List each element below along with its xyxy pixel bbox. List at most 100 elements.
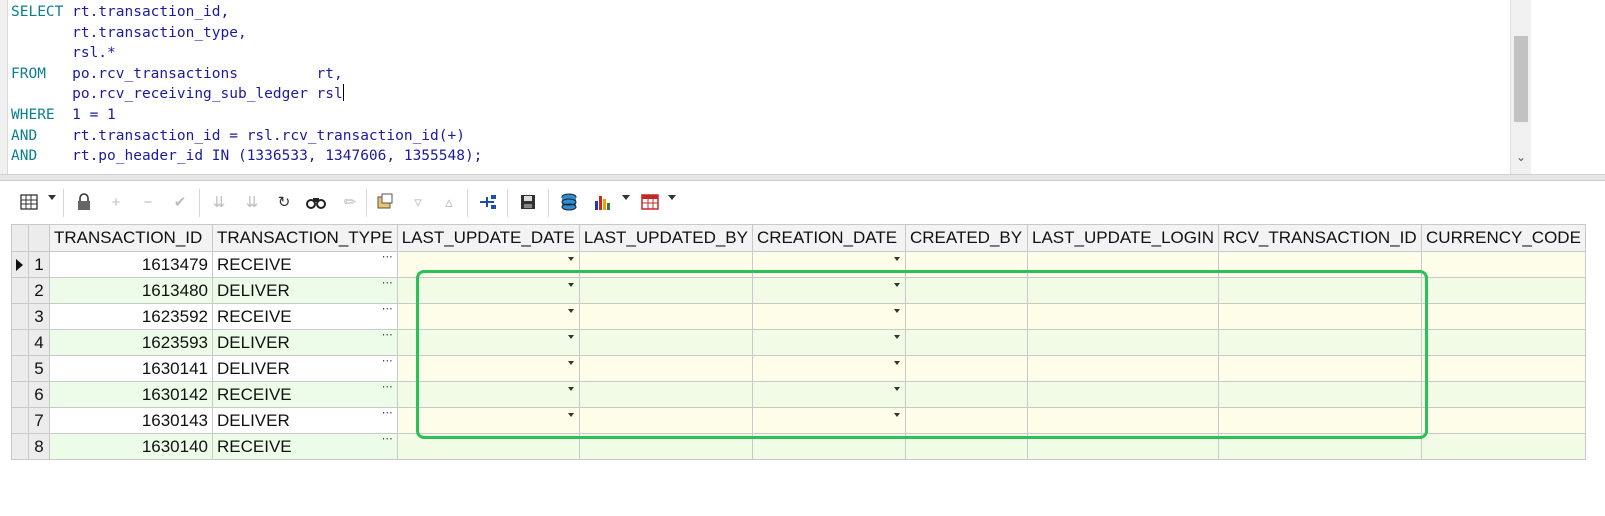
- cell[interactable]: [578, 329, 753, 356]
- cell-transaction-id[interactable]: 1613480: [49, 277, 213, 304]
- cell[interactable]: [1026, 303, 1220, 330]
- delete-record-icon[interactable]: −: [136, 190, 160, 214]
- cell[interactable]: [578, 251, 753, 278]
- editor-vertical-scrollbar[interactable]: ⌄: [1510, 0, 1531, 174]
- dropdown-arrow-icon[interactable]: [567, 335, 574, 339]
- row-indicator[interactable]: [11, 433, 29, 460]
- cell[interactable]: [578, 277, 753, 304]
- row-number[interactable]: 2: [28, 277, 50, 304]
- export-tree-icon[interactable]: [475, 190, 499, 214]
- cell[interactable]: [1026, 433, 1220, 460]
- cell[interactable]: [904, 355, 1028, 382]
- cell[interactable]: [1421, 407, 1586, 434]
- cell[interactable]: [904, 303, 1028, 330]
- cell-transaction-type[interactable]: RECEIVE ⋯: [212, 251, 398, 278]
- row-number[interactable]: 5: [28, 355, 50, 382]
- column-header[interactable]: RCV_TRANSACTION_ID: [1218, 224, 1423, 252]
- table-row[interactable]: 8 1630140 RECEIVE ⋯: [11, 433, 1586, 460]
- column-header[interactable]: LAST_UPDATE_DATE: [396, 224, 580, 252]
- cell[interactable]: [1026, 251, 1220, 278]
- cell-transaction-type[interactable]: DELIVER ⋯: [212, 407, 398, 434]
- cell[interactable]: [904, 329, 1028, 356]
- cell-date-picker[interactable]: [396, 303, 580, 330]
- cell-date-picker[interactable]: [751, 355, 906, 382]
- table-row[interactable]: 1 1613479 RECEIVE ⋯: [11, 251, 1586, 278]
- cell-date-picker[interactable]: [396, 407, 580, 434]
- cell[interactable]: [1218, 407, 1423, 434]
- cell[interactable]: [578, 303, 753, 330]
- cell[interactable]: [1421, 303, 1586, 330]
- ellipsis-icon[interactable]: ⋯: [382, 357, 393, 367]
- cell-transaction-id[interactable]: 1623592: [49, 303, 213, 330]
- dropdown-arrow-icon[interactable]: [893, 361, 900, 365]
- cell[interactable]: [751, 433, 906, 460]
- cell-date-picker[interactable]: [396, 251, 580, 278]
- cell[interactable]: [1026, 381, 1220, 408]
- row-indicator[interactable]: [11, 277, 29, 304]
- cell-transaction-type[interactable]: RECEIVE ⋯: [212, 303, 398, 330]
- row-number[interactable]: 7: [28, 407, 50, 434]
- ellipsis-icon[interactable]: ⋯: [382, 331, 393, 341]
- cell-date-picker[interactable]: [751, 381, 906, 408]
- ellipsis-icon[interactable]: ⋯: [382, 305, 393, 315]
- cell-date-picker[interactable]: [751, 329, 906, 356]
- dropdown-arrow-icon[interactable]: [893, 257, 900, 261]
- refresh-icon[interactable]: ↻: [272, 190, 296, 214]
- cell-transaction-id[interactable]: 1630143: [49, 407, 213, 434]
- cell[interactable]: [904, 433, 1028, 460]
- cell-transaction-id[interactable]: 1630140: [49, 433, 213, 460]
- cell[interactable]: [1421, 433, 1586, 460]
- cell[interactable]: [1218, 355, 1423, 382]
- sql-code[interactable]: SELECT rt.transaction_id, rt.transaction…: [11, 2, 482, 167]
- column-header[interactable]: CURRENCY_CODE: [1421, 224, 1586, 252]
- cell[interactable]: [1421, 277, 1586, 304]
- query-by-example-icon[interactable]: [374, 190, 398, 214]
- chevron-down-icon[interactable]: [622, 195, 630, 200]
- sql-editor[interactable]: SELECT rt.transaction_id, rt.transaction…: [0, 0, 1605, 174]
- cell-transaction-id[interactable]: 1630142: [49, 381, 213, 408]
- cell[interactable]: [1026, 355, 1220, 382]
- clear-icon[interactable]: ✏: [338, 190, 362, 214]
- dropdown-arrow-icon[interactable]: [893, 309, 900, 313]
- save-icon[interactable]: [516, 190, 540, 214]
- dropdown-arrow-icon[interactable]: [567, 413, 574, 417]
- column-header[interactable]: LAST_UPDATED_BY: [578, 224, 753, 252]
- column-header[interactable]: CREATION_DATE: [751, 224, 906, 252]
- row-indicator[interactable]: [11, 355, 29, 382]
- cell-date-picker[interactable]: [751, 251, 906, 278]
- ellipsis-icon[interactable]: ⋯: [382, 383, 393, 393]
- cell[interactable]: [1218, 277, 1423, 304]
- table-row[interactable]: 5 1630141 DELIVER ⋯: [11, 355, 1586, 382]
- cell-transaction-type[interactable]: RECEIVE ⋯: [212, 381, 398, 408]
- cell-date-picker[interactable]: [751, 303, 906, 330]
- cell[interactable]: [1218, 303, 1423, 330]
- column-header[interactable]: TRANSACTION_ID: [49, 224, 213, 252]
- cell[interactable]: [396, 433, 580, 460]
- cell-date-picker[interactable]: [396, 355, 580, 382]
- cell[interactable]: [1421, 329, 1586, 356]
- row-indicator[interactable]: [11, 381, 29, 408]
- column-header[interactable]: LAST_UPDATE_LOGIN: [1026, 224, 1220, 252]
- table-row[interactable]: 7 1630143 DELIVER ⋯: [11, 407, 1586, 434]
- cell[interactable]: [578, 407, 753, 434]
- cell-date-picker[interactable]: [751, 277, 906, 304]
- cell-transaction-type[interactable]: RECEIVE ⋯: [212, 433, 398, 460]
- cell[interactable]: [1218, 329, 1423, 356]
- cell[interactable]: [1218, 381, 1423, 408]
- chart-icon[interactable]: [590, 190, 614, 214]
- db-icon[interactable]: [557, 190, 581, 214]
- cell-transaction-id[interactable]: 1623593: [49, 329, 213, 356]
- row-number[interactable]: 8: [28, 433, 50, 460]
- ellipsis-icon[interactable]: ⋯: [382, 435, 393, 445]
- row-number[interactable]: 4: [28, 329, 50, 356]
- ellipsis-icon[interactable]: ⋯: [382, 279, 393, 289]
- dropdown-arrow-icon[interactable]: [567, 387, 574, 391]
- cell[interactable]: [1421, 381, 1586, 408]
- chevron-down-icon[interactable]: [668, 195, 676, 200]
- sort-ascending-icon[interactable]: ▵: [437, 190, 461, 214]
- row-indicator[interactable]: [11, 303, 29, 330]
- ellipsis-icon[interactable]: ⋯: [382, 253, 393, 263]
- column-header[interactable]: TRANSACTION_TYPE: [212, 224, 398, 252]
- cell-date-picker[interactable]: [396, 329, 580, 356]
- cell[interactable]: [1026, 407, 1220, 434]
